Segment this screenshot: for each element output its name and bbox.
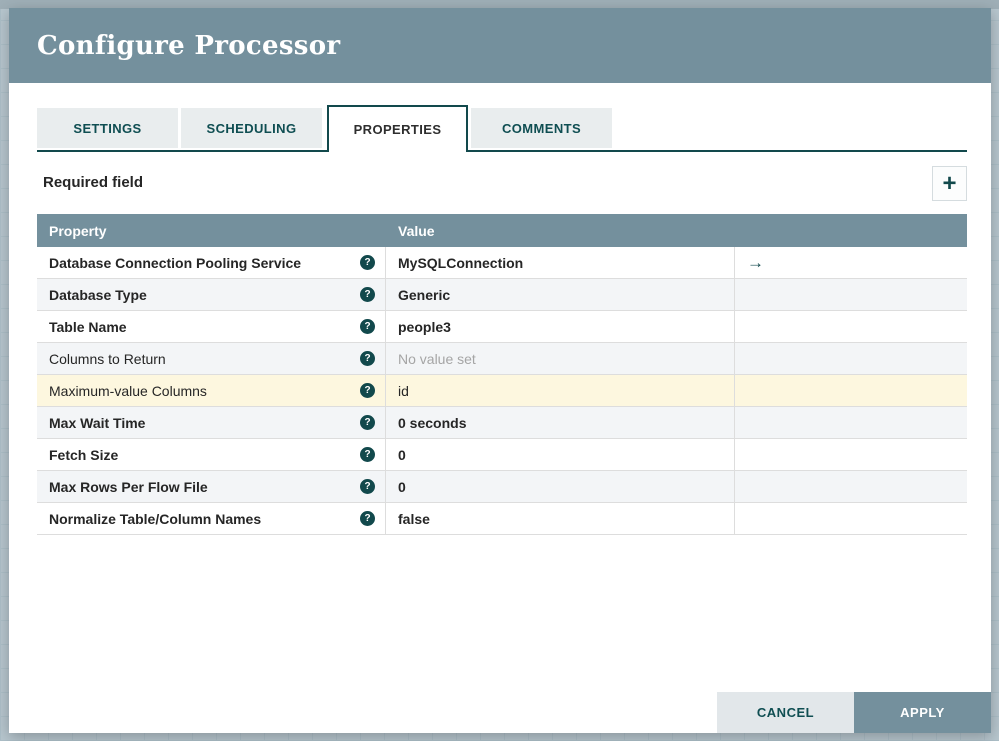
property-value: No value set [398, 351, 476, 367]
help-icon[interactable]: ? [360, 287, 375, 302]
property-row[interactable]: Database Connection Pooling Service? MySQ… [37, 247, 967, 279]
property-actions-cell [735, 471, 967, 502]
property-name: Normalize Table/Column Names [49, 511, 360, 527]
help-icon[interactable]: ? [360, 383, 375, 398]
add-property-button[interactable]: + [932, 166, 967, 201]
tab-settings[interactable]: SETTINGS [37, 108, 178, 148]
property-actions-cell [735, 439, 967, 470]
tab-underline [37, 150, 967, 152]
property-name: Database Connection Pooling Service [49, 255, 360, 271]
property-value-cell[interactable]: id [386, 375, 735, 406]
property-row[interactable]: Max Wait Time? 0 seconds [37, 407, 967, 439]
property-row[interactable]: Max Rows Per Flow File? 0 [37, 471, 967, 503]
property-name: Max Rows Per Flow File [49, 479, 360, 495]
property-value: MySQLConnection [398, 255, 523, 271]
cancel-button[interactable]: CANCEL [717, 692, 854, 733]
help-icon[interactable]: ? [360, 319, 375, 334]
property-row[interactable]: Table Name? people3 [37, 311, 967, 343]
tab-properties[interactable]: PROPERTIES [327, 105, 468, 152]
dialog-header: Configure Processor [9, 8, 991, 83]
tab-scheduling[interactable]: SCHEDULING [181, 108, 322, 148]
apply-button[interactable]: APPLY [854, 692, 991, 733]
property-name: Maximum-value Columns [49, 383, 360, 399]
tab-bar: SETTINGS SCHEDULING PROPERTIES COMMENTS [37, 105, 967, 152]
help-icon[interactable]: ? [360, 479, 375, 494]
tab-comments[interactable]: COMMENTS [471, 108, 612, 148]
property-value-cell[interactable]: 0 seconds [386, 407, 735, 438]
property-row[interactable]: Database Type? Generic [37, 279, 967, 311]
property-name-cell: Normalize Table/Column Names? [37, 503, 386, 534]
property-value-cell[interactable]: Generic [386, 279, 735, 310]
property-actions-cell [735, 343, 967, 374]
property-actions-cell [735, 503, 967, 534]
property-actions-cell [735, 279, 967, 310]
property-value-cell[interactable]: MySQLConnection [386, 247, 735, 278]
properties-table: Property Value Database Connection Pooli… [37, 214, 967, 535]
properties-toolbar: Required field + [37, 166, 967, 204]
help-icon[interactable]: ? [360, 511, 375, 526]
property-value: 0 [398, 447, 406, 463]
property-row[interactable]: Columns to Return? No value set [37, 343, 967, 375]
property-name: Max Wait Time [49, 415, 360, 431]
property-name-cell: Database Type? [37, 279, 386, 310]
help-icon[interactable]: ? [360, 415, 375, 430]
property-value: false [398, 511, 430, 527]
help-icon[interactable]: ? [360, 447, 375, 462]
go-to-service-arrow-icon[interactable]: → [747, 254, 764, 271]
configure-processor-dialog: Configure Processor SETTINGS SCHEDULING … [9, 8, 991, 733]
column-header-property: Property [37, 223, 386, 239]
property-value-cell[interactable]: people3 [386, 311, 735, 342]
table-header-row: Property Value [37, 214, 967, 247]
property-value: Generic [398, 287, 450, 303]
property-value: id [398, 383, 409, 399]
property-name: Table Name [49, 319, 360, 335]
property-actions-cell: → [735, 247, 967, 278]
property-name-cell: Max Wait Time? [37, 407, 386, 438]
property-value-cell[interactable]: 0 [386, 471, 735, 502]
property-actions-cell [735, 375, 967, 406]
required-field-label: Required field [43, 174, 143, 191]
column-header-value: Value [386, 223, 735, 239]
dialog-title: Configure Processor [37, 31, 340, 61]
property-row[interactable]: Maximum-value Columns? id [37, 375, 967, 407]
property-name: Fetch Size [49, 447, 360, 463]
property-row[interactable]: Normalize Table/Column Names? false [37, 503, 967, 535]
plus-icon: + [942, 170, 956, 197]
help-icon[interactable]: ? [360, 255, 375, 270]
property-name-cell: Columns to Return? [37, 343, 386, 374]
property-value: 0 seconds [398, 415, 466, 431]
property-name-cell: Database Connection Pooling Service? [37, 247, 386, 278]
property-name-cell: Max Rows Per Flow File? [37, 471, 386, 502]
property-name-cell: Table Name? [37, 311, 386, 342]
table-body: Database Connection Pooling Service? MySQ… [37, 247, 967, 535]
property-name-cell: Fetch Size? [37, 439, 386, 470]
property-name-cell: Maximum-value Columns? [37, 375, 386, 406]
property-actions-cell [735, 407, 967, 438]
property-name: Database Type [49, 287, 360, 303]
help-icon[interactable]: ? [360, 351, 375, 366]
property-value-cell[interactable]: No value set [386, 343, 735, 374]
property-name: Columns to Return [49, 351, 360, 367]
property-value-cell[interactable]: false [386, 503, 735, 534]
property-value: people3 [398, 319, 451, 335]
dialog-footer: CANCEL APPLY [717, 692, 991, 733]
property-value: 0 [398, 479, 406, 495]
property-actions-cell [735, 311, 967, 342]
dialog-body: SETTINGS SCHEDULING PROPERTIES COMMENTS … [37, 83, 967, 535]
property-row[interactable]: Fetch Size? 0 [37, 439, 967, 471]
property-value-cell[interactable]: 0 [386, 439, 735, 470]
